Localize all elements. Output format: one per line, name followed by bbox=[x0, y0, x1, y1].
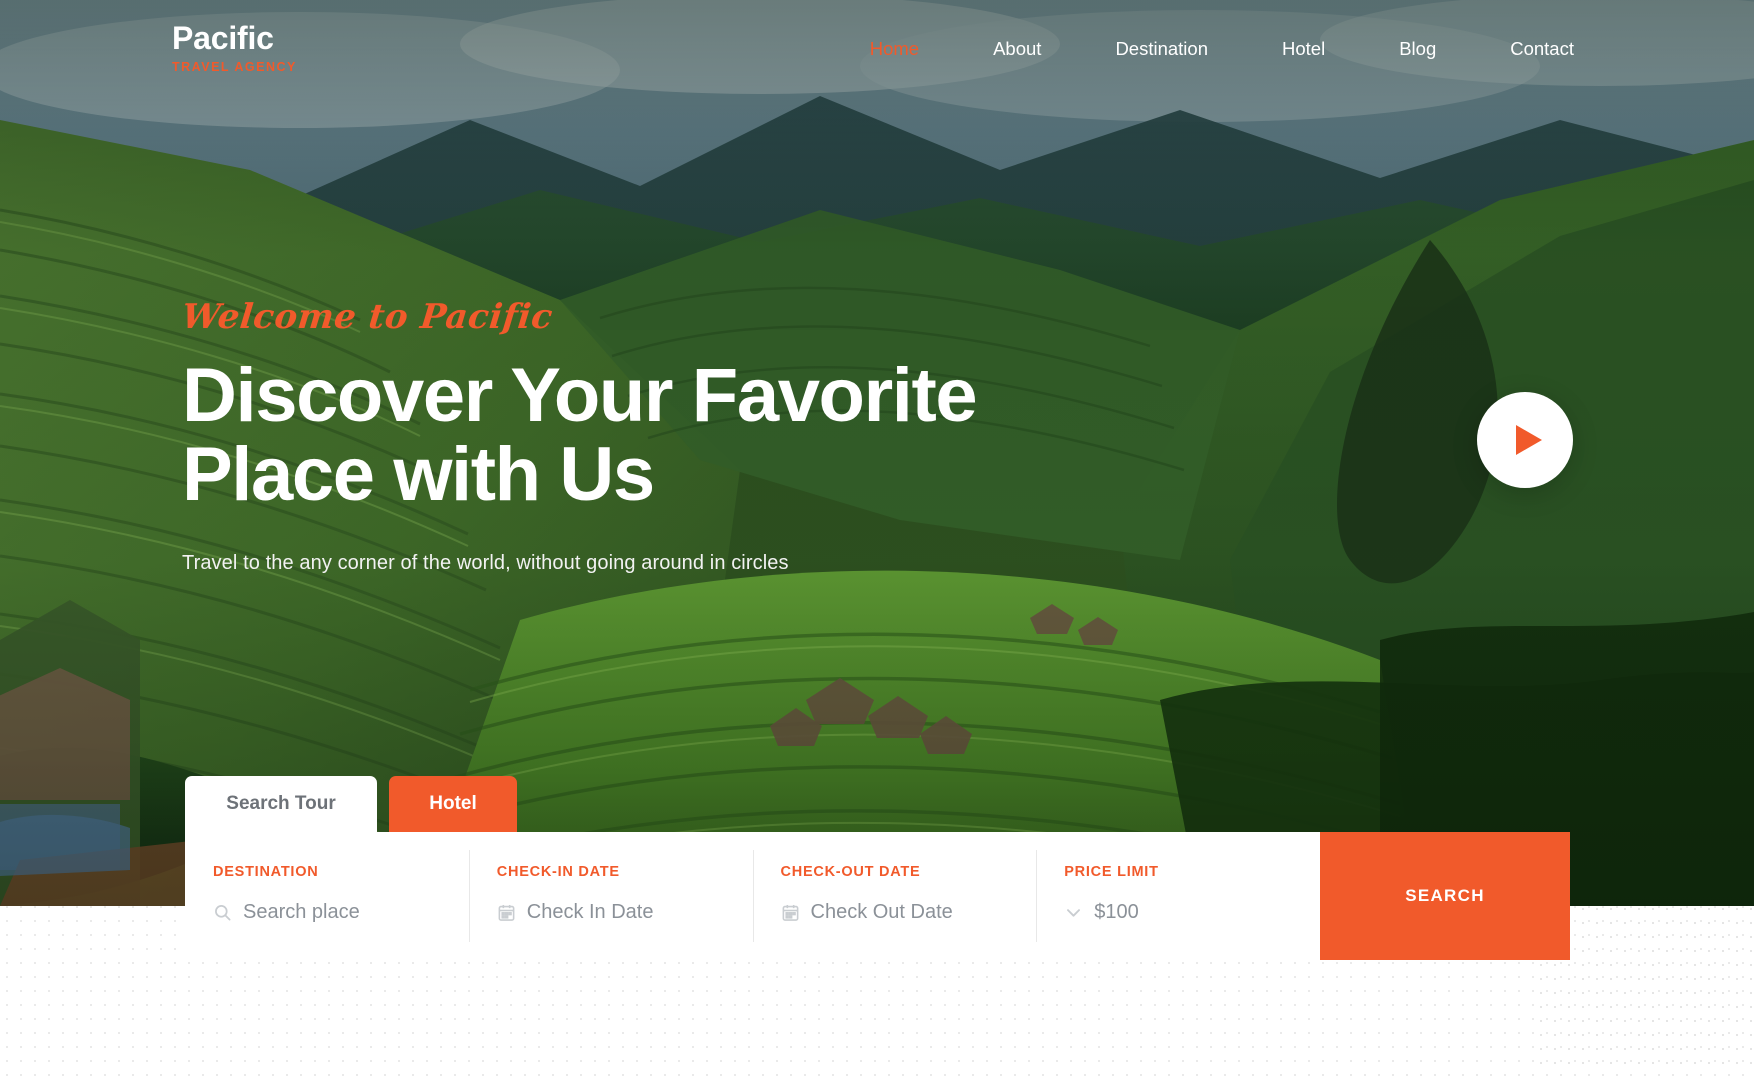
brand-tagline: TRAVEL AGENCY bbox=[172, 60, 297, 74]
search-bar: DESTINATION CHECK-IN DATE bbox=[185, 832, 1570, 960]
field-price-limit: PRICE LIMIT $100 bbox=[1036, 832, 1320, 960]
page-title: Discover Your Favorite Place with Us bbox=[182, 356, 1082, 514]
brand-name: Pacific bbox=[172, 20, 274, 56]
play-video-button[interactable] bbox=[1477, 392, 1573, 488]
nav-item-destination[interactable]: Destination bbox=[1078, 38, 1245, 60]
nav-item-blog[interactable]: Blog bbox=[1362, 38, 1473, 60]
nav-item-contact[interactable]: Contact bbox=[1473, 38, 1574, 60]
search-tabs: Search Tour Hotel bbox=[185, 776, 1570, 832]
field-destination: DESTINATION bbox=[185, 832, 469, 960]
site-header: Pacific TRAVEL AGENCY Home About Destina… bbox=[0, 0, 1754, 104]
search-button[interactable]: SEARCH bbox=[1320, 832, 1570, 960]
hero-eyebrow: Welcome to Pacific bbox=[179, 297, 555, 337]
play-icon bbox=[1515, 425, 1542, 455]
field-label-check-in: CHECK-IN DATE bbox=[496, 864, 620, 880]
field-label-price-limit: PRICE LIMIT bbox=[1064, 864, 1159, 880]
field-check-in-date: CHECK-IN DATE bbox=[468, 832, 753, 960]
main-navigation: Home About Destination Hotel Blog Contac… bbox=[833, 38, 1574, 60]
hero-title-line-2: Place with Us bbox=[182, 432, 655, 518]
price-limit-value[interactable]: $100 bbox=[1094, 901, 1139, 924]
check-in-date-input[interactable] bbox=[526, 901, 753, 924]
field-check-out-date: CHECK-OUT DATE bbox=[752, 832, 1037, 960]
nav-item-hotel[interactable]: Hotel bbox=[1245, 38, 1362, 60]
brand-logo[interactable]: Pacific TRAVEL AGENCY bbox=[172, 22, 297, 74]
search-icon bbox=[213, 903, 232, 922]
nav-item-home[interactable]: Home bbox=[833, 38, 956, 60]
calendar-icon bbox=[781, 903, 800, 922]
calendar-icon bbox=[497, 903, 516, 922]
field-label-destination: DESTINATION bbox=[213, 864, 319, 880]
tab-search-tour[interactable]: Search Tour bbox=[185, 776, 377, 832]
destination-input[interactable] bbox=[243, 901, 469, 924]
hero-title-line-1: Discover Your Favorite bbox=[182, 353, 978, 438]
hero-content: Welcome to Pacific Discover Your Favorit… bbox=[179, 297, 1082, 575]
search-widget: Search Tour Hotel DESTINATION CHECK-IN bbox=[185, 776, 1570, 960]
landing-page: Pacific TRAVEL AGENCY Home About Destina… bbox=[0, 0, 1754, 1076]
hero-subtitle: Travel to the any corner of the world, w… bbox=[182, 552, 789, 575]
field-label-check-out: CHECK-OUT DATE bbox=[780, 864, 921, 880]
check-out-date-input[interactable] bbox=[810, 901, 1037, 924]
chevron-down-icon[interactable] bbox=[1064, 903, 1083, 922]
nav-item-about[interactable]: About bbox=[956, 38, 1078, 60]
tab-hotel[interactable]: Hotel bbox=[389, 776, 517, 832]
